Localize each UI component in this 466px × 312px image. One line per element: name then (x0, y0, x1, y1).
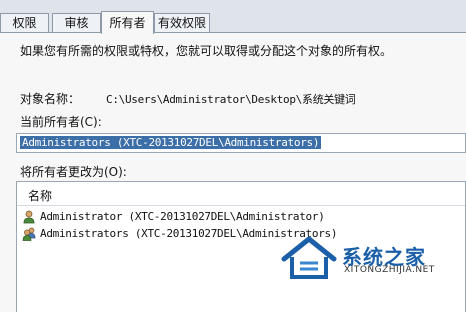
site-watermark: 系统之家 XITONGZHIJIA.NET (276, 229, 466, 284)
user-icon (23, 210, 35, 224)
tab-owner[interactable]: 所有者 (101, 11, 154, 34)
group-icon (22, 227, 36, 241)
tab-effective-permissions[interactable]: 有效权限 (154, 13, 210, 32)
tab-permissions[interactable]: 权限 (0, 13, 49, 32)
ownership-description: 如果您有所需的权限或特权，您就可以取得或分配这个对象的所有权。 (20, 44, 393, 58)
current-owner-value: Administrators (XTC-20131027DEL\Administ… (20, 136, 322, 149)
watermark-url: XITONGZHIJIA.NET (344, 265, 435, 275)
list-item[interactable]: Administrator (XTC-20131027DEL\Administr… (22, 209, 325, 225)
tab-auditing[interactable]: 审核 (52, 13, 101, 32)
change-owner-label: 将所有者更改为(O): (20, 165, 127, 179)
object-name-value: C:\Users\Administrator\Desktop\系统关键词 (106, 93, 356, 106)
object-name-label: 对象名称： (20, 92, 81, 106)
current-owner-label: 当前所有者(C): (20, 115, 102, 129)
house-logo-icon (281, 236, 337, 279)
list-column-header[interactable]: 名称 (17, 182, 465, 206)
tab-strip: 权限 审核 所有者 有效权限 (0, 0, 466, 34)
list-item-name: Administrator (XTC-20131027DEL\Administr… (40, 210, 325, 223)
column-name-label: 名称 (28, 189, 53, 203)
current-owner-field[interactable]: Administrators (XTC-20131027DEL\Administ… (16, 133, 466, 153)
